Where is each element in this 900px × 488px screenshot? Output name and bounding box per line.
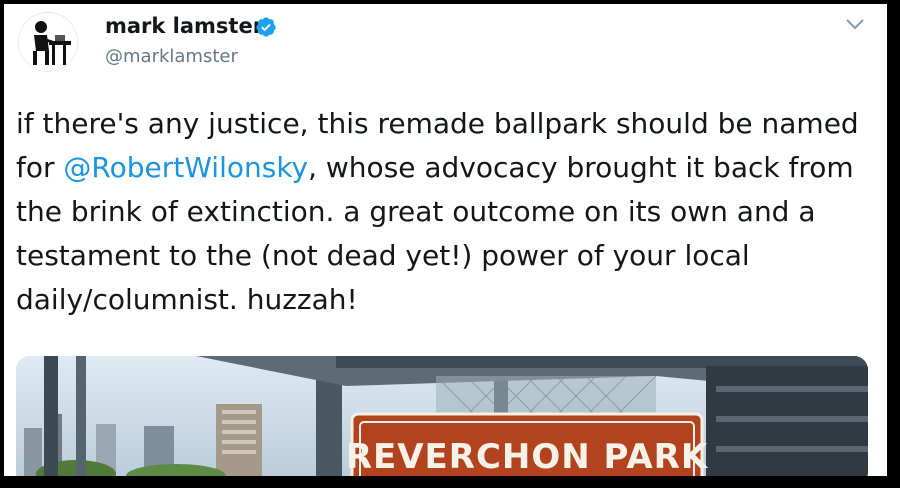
author-handle[interactable]: @marklamster	[105, 46, 238, 67]
avatar[interactable]	[18, 12, 78, 72]
tweet-text: if there's any justice, this remade ball…	[16, 102, 876, 322]
park-sign-text: REVERCHON PARK	[346, 437, 709, 476]
avatar-illustration-icon	[19, 13, 77, 71]
tweet-photo[interactable]: REVERCHON PARK	[16, 356, 868, 476]
author-name[interactable]: mark lamster	[105, 14, 263, 38]
verified-badge-icon	[256, 17, 276, 37]
chevron-down-icon[interactable]	[845, 17, 865, 31]
ballpark-photo: REVERCHON PARK	[16, 356, 868, 476]
mention-link[interactable]: @RobertWilonsky	[63, 151, 308, 184]
tweet-card: mark lamster @marklamster if there's any…	[4, 4, 887, 476]
